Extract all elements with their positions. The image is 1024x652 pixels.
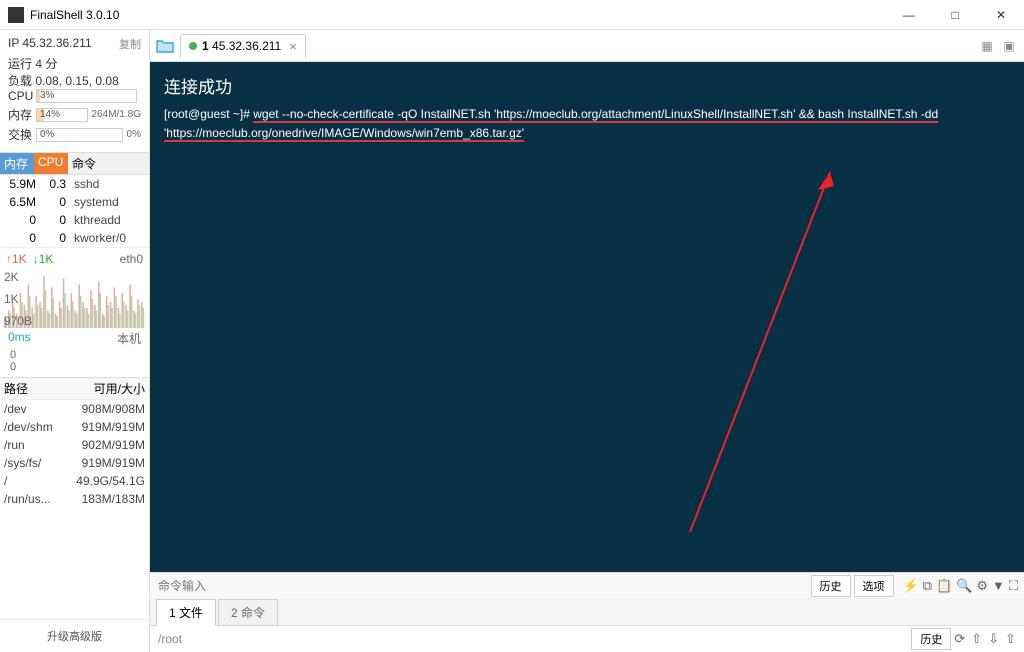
table-row[interactable]: /49.9G/54.1G xyxy=(0,472,149,490)
tab-commands[interactable]: 2 命令 xyxy=(218,599,278,626)
expand-icon[interactable]: ⛶ xyxy=(1009,578,1018,594)
table-row[interactable]: /sys/fs/919M/919M xyxy=(0,454,149,472)
annotation-arrow-icon xyxy=(510,152,850,542)
titlebar: FinalShell 3.0.10 — □ ✕ xyxy=(0,0,1024,30)
tabbar: 1 45.32.36.211 × ▦ ▣ xyxy=(150,30,1024,62)
cpu-row: CPU 3% xyxy=(8,89,141,103)
window-buttons: — □ ✕ xyxy=(886,0,1024,30)
disk-hdr-path[interactable]: 路径 xyxy=(0,378,58,399)
disk-hdr-size[interactable]: 可用/大小 xyxy=(58,378,149,399)
disk-header: 路径 可用/大小 xyxy=(0,378,149,400)
tab-num: 1 xyxy=(202,39,209,53)
mem-label: 内存 xyxy=(8,106,36,123)
content: 1 45.32.36.211 × ▦ ▣ 连接成功 [root@guest ~]… xyxy=(150,30,1024,652)
path-label: /root xyxy=(158,632,911,646)
table-row[interactable]: 00kthreadd xyxy=(0,211,149,229)
net-chart: 2K 1K 970B xyxy=(0,270,149,328)
sidebar: IP 45.32.36.211 复制 运行 4 分 负载 0.08, 0.15,… xyxy=(0,30,150,652)
options-button[interactable]: 选项 xyxy=(854,575,894,597)
swap-label: 交换 xyxy=(8,126,36,143)
up-icon[interactable]: ⇧ xyxy=(971,631,982,647)
status-dot-icon xyxy=(189,42,197,50)
ping-host: 本机 xyxy=(117,330,141,347)
chart-ylabels: 2K 1K 970B xyxy=(4,270,32,328)
prompt-line: [root@guest ~]# wget --no-check-certific… xyxy=(164,105,1010,143)
app-icon xyxy=(8,7,24,23)
cpu-label: CPU xyxy=(8,89,36,103)
session-tab[interactable]: 1 45.32.36.211 × xyxy=(180,34,306,58)
refresh-icon[interactable]: ⟳ xyxy=(954,631,965,647)
upgrade-link[interactable]: 升级高级版 xyxy=(0,619,149,652)
table-row[interactable]: /dev908M/908M xyxy=(0,400,149,418)
swap-row: 交换 0% 0% xyxy=(8,126,141,143)
download-icon[interactable]: ⇩ xyxy=(988,631,999,647)
disk-list: /dev908M/908M/dev/shm919M/919M/run902M/9… xyxy=(0,400,149,508)
zero2: 0 xyxy=(0,361,149,373)
cpu-bar: 3% xyxy=(36,89,137,103)
path-history-button[interactable]: 历史 xyxy=(911,628,951,650)
ip-label: IP 45.32.36.211 xyxy=(8,36,92,52)
disk-section: 路径 可用/大小 /dev908M/908M/dev/shm919M/919M/… xyxy=(0,377,149,508)
layout-icon[interactable]: ▣ xyxy=(1000,37,1018,55)
history-button[interactable]: 历史 xyxy=(811,575,851,597)
grid-icon[interactable]: ▦ xyxy=(978,37,996,55)
folder-icon[interactable] xyxy=(154,36,176,56)
swap-bar: 0% xyxy=(36,128,123,142)
bolt-icon[interactable]: ⚡ xyxy=(903,578,919,594)
prompt: [root@guest ~]# xyxy=(164,107,253,121)
load: 负载 0.08, 0.15, 0.08 xyxy=(8,72,141,89)
table-row[interactable]: /run902M/919M xyxy=(0,436,149,454)
maximize-button[interactable]: □ xyxy=(932,0,978,30)
table-row[interactable]: 6.5M0systemd xyxy=(0,193,149,211)
copy-icon[interactable]: ⧉ xyxy=(923,578,932,594)
swap-extra: 0% xyxy=(127,129,141,140)
command-bar: 历史 选项 ⚡ ⧉ 📋 🔍 ⚙ ▼ ⛶ xyxy=(150,572,1024,598)
tab-files[interactable]: 1 文件 xyxy=(156,599,216,626)
main: IP 45.32.36.211 复制 运行 4 分 负载 0.08, 0.15,… xyxy=(0,30,1024,652)
table-row[interactable]: 5.9M0.3sshd xyxy=(0,175,149,193)
process-header: 内存 CPU 命令 xyxy=(0,152,149,175)
table-row[interactable]: /run/us...183M/183M xyxy=(0,490,149,508)
cmdbar-icons: ⚡ ⧉ 📋 🔍 ⚙ ▼ ⛶ xyxy=(897,578,1024,594)
upload-icon[interactable]: ⇧ xyxy=(1005,631,1016,647)
ping-row: 0ms 本机 xyxy=(0,328,149,349)
gear-icon[interactable]: ⚙ xyxy=(976,578,988,594)
search-icon[interactable]: 🔍 xyxy=(956,578,972,594)
mem-bar: 14% xyxy=(36,108,88,122)
tab-close-icon[interactable]: × xyxy=(289,39,297,54)
table-row[interactable]: /dev/shm919M/919M xyxy=(0,418,149,436)
zero1: 0 xyxy=(0,349,149,361)
terminal[interactable]: 连接成功 [root@guest ~]# wget --no-check-cer… xyxy=(150,62,1024,572)
pathbar-icons: ⟳ ⇧ ⇩ ⇧ xyxy=(954,631,1016,647)
tab-title: 45.32.36.211 xyxy=(212,39,281,53)
net-header: ↑1K ↓1K eth0 xyxy=(0,247,149,270)
command-input[interactable] xyxy=(150,579,811,593)
uptime: 运行 4 分 xyxy=(8,55,141,72)
sidebar-info: IP 45.32.36.211 复制 运行 4 分 负载 0.08, 0.15,… xyxy=(0,30,149,152)
table-row[interactable]: 00kworker/0 xyxy=(0,229,149,247)
net-iface: eth0 xyxy=(120,252,143,266)
connected-label: 连接成功 xyxy=(164,74,1010,101)
mem-row: 内存 14% 264M/1.8G xyxy=(8,106,141,123)
net-down: ↓1K xyxy=(33,252,54,266)
mem-extra: 264M/1.8G xyxy=(92,109,141,120)
command-text: wget --no-check-certificate -qO InstallN… xyxy=(164,107,938,140)
proc-hdr-cpu[interactable]: CPU xyxy=(34,153,68,174)
net-up: ↑1K xyxy=(6,252,27,266)
paste-icon[interactable]: 📋 xyxy=(936,578,952,594)
minimize-button[interactable]: — xyxy=(886,0,932,30)
tabbar-right: ▦ ▣ xyxy=(978,37,1024,55)
lower-tabs: 1 文件 2 命令 xyxy=(150,598,1024,626)
proc-hdr-cmd[interactable]: 命令 xyxy=(68,153,149,174)
pathbar: /root 历史 ⟳ ⇧ ⇩ ⇧ xyxy=(150,626,1024,652)
close-button[interactable]: ✕ xyxy=(978,0,1024,30)
chevron-down-icon[interactable]: ▼ xyxy=(992,578,1005,594)
copy-button[interactable]: 复制 xyxy=(119,36,141,52)
ping-ms: 0ms xyxy=(8,330,31,347)
app-title: FinalShell 3.0.10 xyxy=(30,8,119,22)
proc-hdr-mem[interactable]: 内存 xyxy=(0,153,34,174)
process-list: 5.9M0.3sshd6.5M0systemd00kthreadd00kwork… xyxy=(0,175,149,247)
